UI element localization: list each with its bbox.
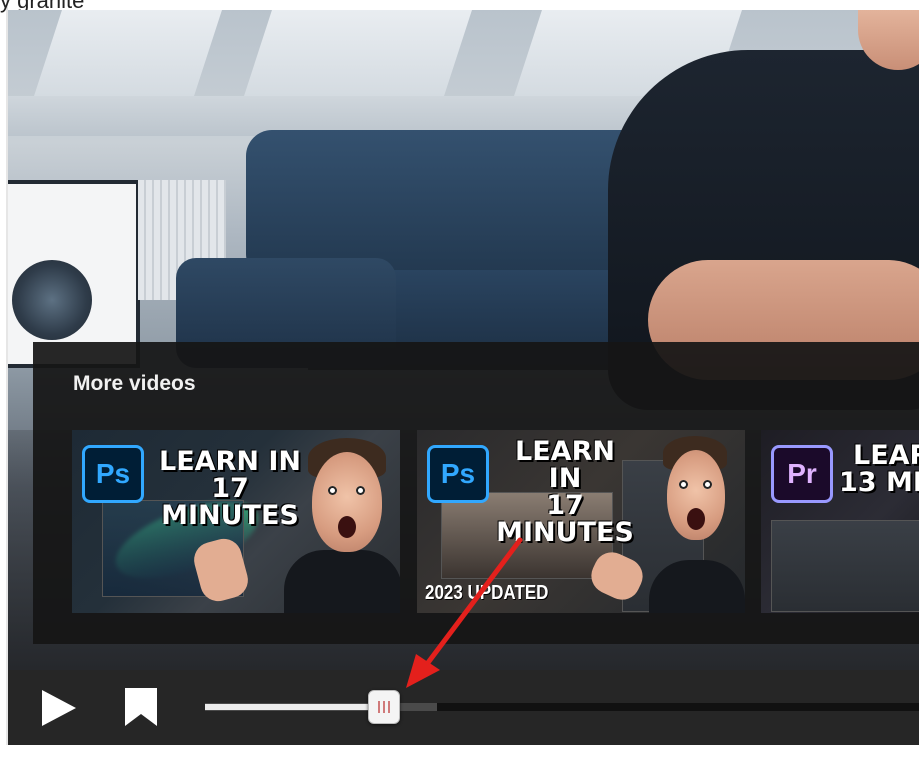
photoshop-logo-icon: Ps: [427, 445, 489, 503]
eye: [328, 486, 337, 495]
play-icon[interactable]: [38, 688, 78, 728]
grip-line: [383, 701, 385, 713]
more-videos-panel: More videos Ps LEARN IN 17 MINUTES Ps LE…: [33, 342, 919, 644]
grip-line: [388, 701, 390, 713]
premiere-logo-icon: Pr: [771, 445, 833, 503]
screen-preview: [771, 520, 919, 612]
skylight-left: [34, 10, 222, 96]
mouth: [338, 516, 356, 538]
page-bottom-strip: [0, 745, 919, 758]
caption-line-2: 17 MINUTES: [496, 490, 634, 548]
caption-line-1: LEARN IN: [159, 446, 301, 477]
player-controls: [8, 670, 919, 745]
grip-line: [378, 701, 380, 713]
eye: [356, 486, 365, 495]
scrubber-handle[interactable]: [368, 690, 400, 724]
thumbnail-updated-label: 2023 UPDATED: [425, 582, 549, 604]
caption-line-1: LEARN: [853, 440, 919, 471]
eye: [679, 480, 688, 489]
presenter-face: [667, 450, 725, 540]
skylight-center: [244, 10, 472, 96]
presenter-body: [284, 550, 400, 613]
caption-line-2: 17 MINUTES: [161, 473, 299, 531]
photoshop-logo-icon: Ps: [82, 445, 144, 503]
bookmark-icon[interactable]: [123, 686, 159, 728]
caption-line-2: 13 MINU: [839, 467, 919, 498]
thumbnail-caption: LEARN IN 17 MINUTES: [495, 438, 635, 546]
video-thumbnail-2[interactable]: Ps LEARN IN 17 MINUTES 2023 UPDATED: [417, 430, 745, 613]
caption-line-1: LEARN IN: [515, 436, 615, 494]
thumbnail-caption: LEARN IN 17 MINUTES: [150, 448, 310, 529]
more-videos-title: More videos: [73, 372, 196, 395]
thumbnail-caption: LEARN 13 MINU: [839, 442, 919, 496]
eye: [703, 480, 712, 489]
progress-bar[interactable]: [205, 703, 919, 711]
wall-picture-frame: [8, 180, 140, 368]
frame-art: [12, 260, 92, 340]
mouth: [687, 508, 705, 530]
presenter-face: [312, 452, 382, 552]
video-thumbnail-3[interactable]: Pr LEARN 13 MINU: [761, 430, 919, 613]
video-thumbnail-1[interactable]: Ps LEARN IN 17 MINUTES: [72, 430, 400, 613]
played-bar: [205, 704, 384, 710]
